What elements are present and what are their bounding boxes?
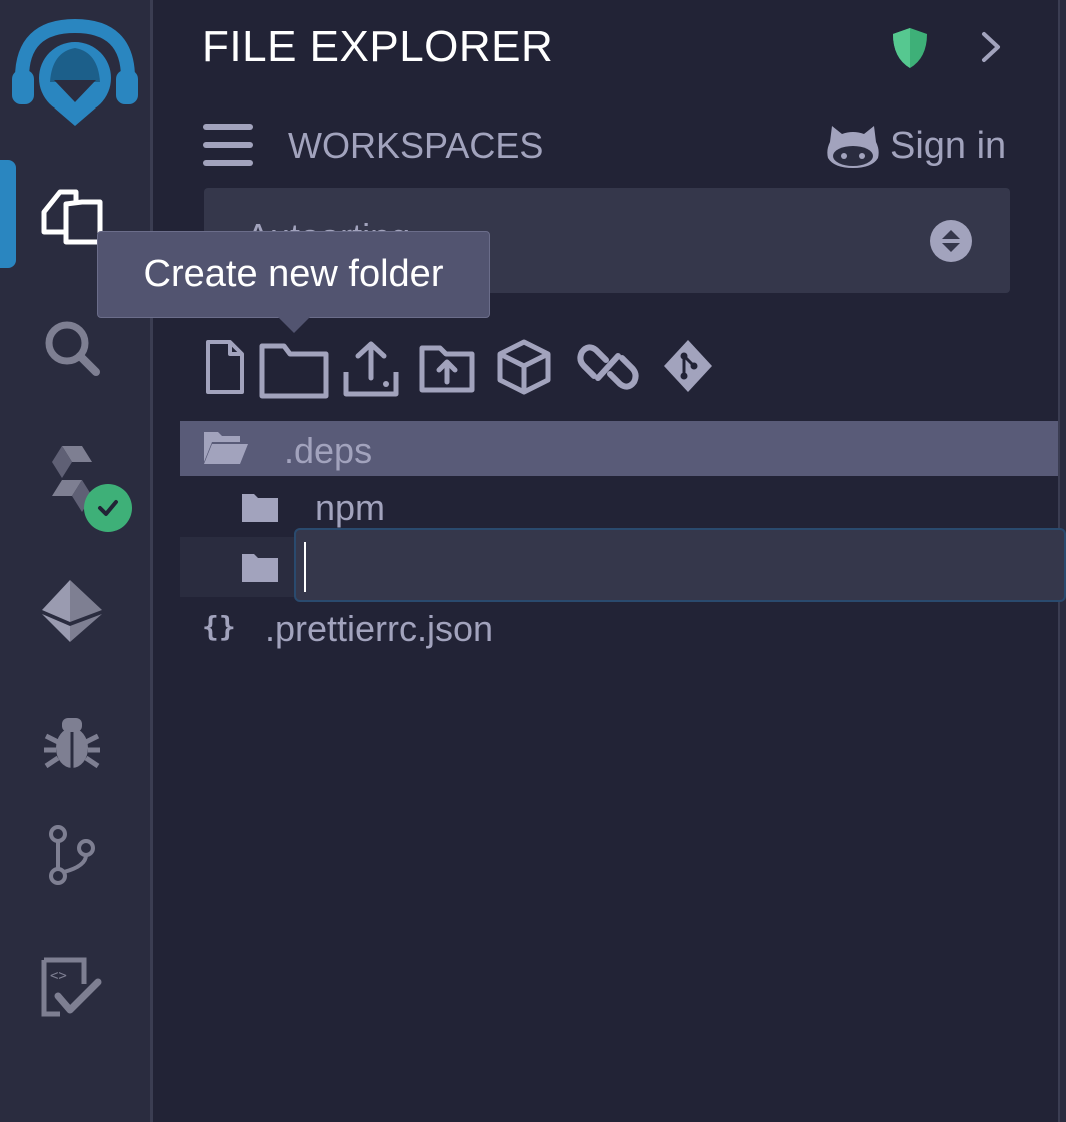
folder-icon (240, 490, 280, 529)
svg-text:<>: <> (50, 968, 67, 984)
page-title: FILE EXPLORER (202, 22, 554, 71)
active-indicator (0, 160, 16, 268)
chevron-right-icon[interactable] (978, 30, 1004, 69)
tree-label-npm[interactable]: npm (315, 487, 385, 529)
search-icon[interactable] (40, 316, 104, 380)
github-icon[interactable] (826, 124, 880, 175)
upload-file-icon[interactable] (342, 338, 400, 403)
upload-folder-icon[interactable] (418, 338, 476, 399)
tooltip-arrow (278, 317, 310, 333)
tree-label-deps: .deps (284, 430, 373, 471)
tooltip: Create new folder (97, 231, 490, 318)
ipfs-icon[interactable] (496, 338, 552, 401)
git-clone-icon[interactable] (662, 338, 714, 399)
tree-label-prettierrc[interactable]: .prettierrc.json (265, 608, 493, 650)
workspaces-label: WORKSPACES (288, 125, 544, 166)
hamburger-menu-icon[interactable] (203, 124, 253, 171)
text-caret (304, 542, 306, 592)
new-folder-icon[interactable] (258, 338, 330, 405)
unit-testing-icon[interactable]: <> (40, 956, 104, 1020)
new-file-icon[interactable] (202, 338, 246, 401)
remix-logo-icon[interactable] (12, 18, 138, 128)
folder-icon (240, 550, 280, 589)
git-icon[interactable] (44, 822, 100, 888)
sign-in-link[interactable]: Sign in (890, 125, 1006, 168)
new-folder-name-input[interactable] (294, 528, 1066, 602)
debugger-icon[interactable] (42, 712, 102, 772)
folder-open-icon (202, 428, 250, 471)
deploy-run-icon[interactable] (40, 578, 104, 644)
icon-sidebar: <> (0, 0, 153, 1122)
compile-success-badge (84, 484, 132, 532)
link-icon[interactable] (576, 338, 640, 401)
shield-icon[interactable] (890, 26, 930, 75)
json-file-icon: {} (202, 610, 236, 643)
file-explorer-icon[interactable] (38, 180, 106, 248)
select-caret-icon (930, 220, 972, 262)
